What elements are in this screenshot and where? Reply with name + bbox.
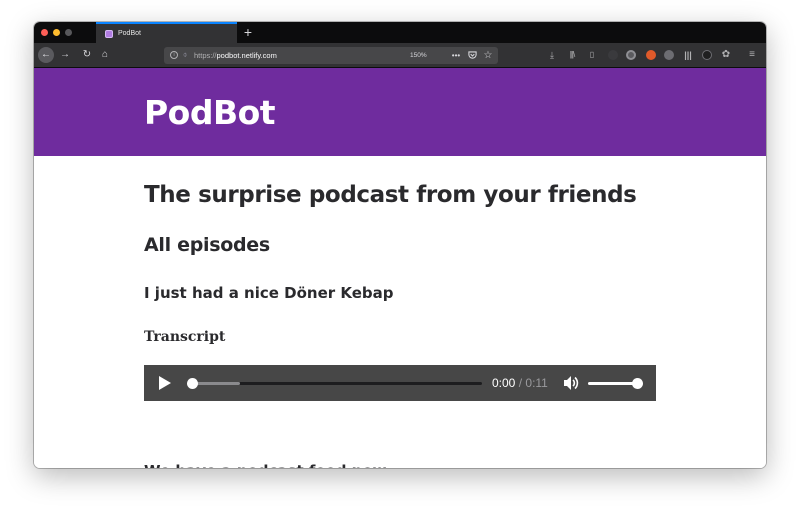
extension-mask-icon[interactable] (664, 50, 674, 60)
feed-heading: We have a podcast feed now. (144, 460, 391, 468)
extension-gear-icon[interactable] (626, 50, 636, 60)
sidebar-icon[interactable]: ▯ (586, 48, 598, 62)
episode-title[interactable]: I just had a nice Döner Kebap (144, 282, 394, 304)
tab-strip: PodBot + (34, 22, 766, 43)
time-separator: / (518, 376, 523, 390)
page-actions-icon[interactable]: ••• (450, 49, 462, 62)
volume-thumb[interactable] (632, 378, 643, 389)
volume-icon[interactable] (562, 373, 580, 393)
navigation-toolbar: ← → ↻ ⌂ i ⌽ https://podbot.netlify.com 1… (34, 43, 766, 68)
tab-podbot[interactable]: PodBot (96, 22, 237, 43)
play-icon[interactable] (159, 376, 171, 390)
browser-window: PodBot + ← → ↻ ⌂ i ⌽ https://podbot.netl… (34, 22, 766, 468)
menu-icon[interactable]: ≡ (746, 48, 758, 62)
tab-title: PodBot (118, 30, 141, 37)
seek-buffered-range (192, 382, 240, 385)
bookmark-star-icon[interactable]: ☆ (482, 49, 494, 62)
extension-orange-icon[interactable] (646, 50, 656, 60)
audio-player: 0:00 / 0:11 (144, 365, 656, 401)
back-button[interactable]: ← (38, 47, 54, 63)
episodes-heading: All episodes (144, 234, 270, 256)
volume-slider[interactable] (588, 382, 638, 385)
window-minimize-button[interactable] (53, 29, 60, 36)
seek-thumb[interactable] (187, 378, 198, 389)
extension-placeholder-icon[interactable] (608, 50, 618, 60)
transcript-link[interactable]: Transcript (144, 327, 225, 347)
extension-dark-icon[interactable] (702, 50, 712, 60)
zoom-indicator[interactable]: 150% (410, 50, 427, 61)
time-display: 0:00 / 0:11 (492, 376, 548, 390)
new-tab-button[interactable]: + (240, 24, 256, 40)
extension-cluster-icon[interactable]: ✿ (720, 48, 732, 62)
current-time: 0:00 (492, 376, 516, 390)
url-scheme: https:// (194, 51, 217, 60)
pocket-icon[interactable] (466, 49, 478, 62)
duration: 0:11 (525, 376, 548, 390)
url-host: podbot.netlify.com (216, 51, 277, 60)
window-close-button[interactable] (41, 29, 48, 36)
site-info-icon[interactable]: i (170, 51, 178, 59)
extension-bars-icon[interactable]: ||| (682, 48, 694, 62)
site-title[interactable]: PodBot (144, 93, 276, 133)
page-content: PodBot The surprise podcast from your fr… (34, 68, 766, 468)
url-bar[interactable]: i ⌽ https://podbot.netlify.com 150% ••• … (164, 47, 498, 64)
window-zoom-button[interactable] (65, 29, 72, 36)
seek-bar[interactable] (192, 382, 482, 385)
site-header: PodBot (34, 68, 766, 156)
reload-button[interactable]: ↻ (80, 48, 94, 62)
download-icon[interactable]: ⤓ (546, 48, 558, 62)
library-icon[interactable]: |||\ (566, 48, 578, 62)
url-text[interactable]: https://podbot.netlify.com (194, 50, 277, 61)
page-tagline: The surprise podcast from your friends (144, 182, 637, 208)
podbot-favicon-icon (105, 29, 113, 38)
home-button[interactable]: ⌂ (98, 48, 112, 62)
forward-button[interactable]: → (58, 48, 72, 62)
tracking-protection-icon[interactable]: ⌽ (183, 49, 187, 62)
